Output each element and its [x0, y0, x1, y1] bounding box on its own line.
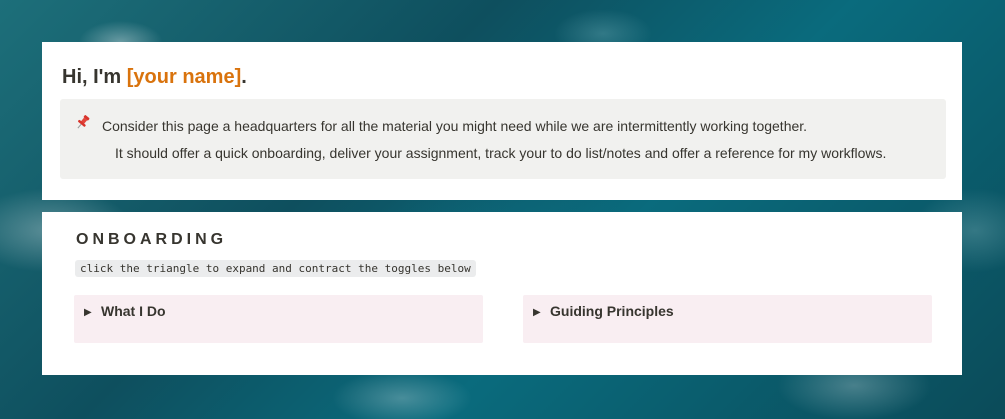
- toggle-hint-code: click the triangle to expand and contrac…: [75, 260, 476, 277]
- greeting-text: Hi, I'm: [62, 66, 127, 88]
- toggle-what-i-do[interactable]: ▶ What I Do: [74, 295, 483, 343]
- callout-line-1: Consider this page a headquarters for al…: [102, 118, 808, 134]
- callout-line-2: It should offer a quick onboarding, deli…: [115, 145, 887, 161]
- pushpin-icon: [74, 113, 92, 131]
- toggle-label: What I Do: [101, 303, 166, 319]
- callout-block: Consider this page a headquarters for al…: [60, 99, 946, 179]
- onboarding-heading: ONBOARDING: [76, 231, 228, 248]
- name-placeholder: [your name]: [126, 66, 242, 88]
- page-title: Hi, I'm [your name].: [62, 66, 247, 89]
- toggle-label: Guiding Principles: [550, 303, 674, 319]
- intro-card: Hi, I'm [your name]. Consider this page …: [42, 42, 962, 200]
- onboarding-card: ONBOARDING click the triangle to expand …: [42, 212, 962, 375]
- triangle-right-icon[interactable]: ▶: [533, 307, 541, 318]
- title-period: .: [241, 66, 247, 88]
- toggle-guiding-principles[interactable]: ▶ Guiding Principles: [523, 295, 932, 343]
- triangle-right-icon[interactable]: ▶: [84, 307, 92, 318]
